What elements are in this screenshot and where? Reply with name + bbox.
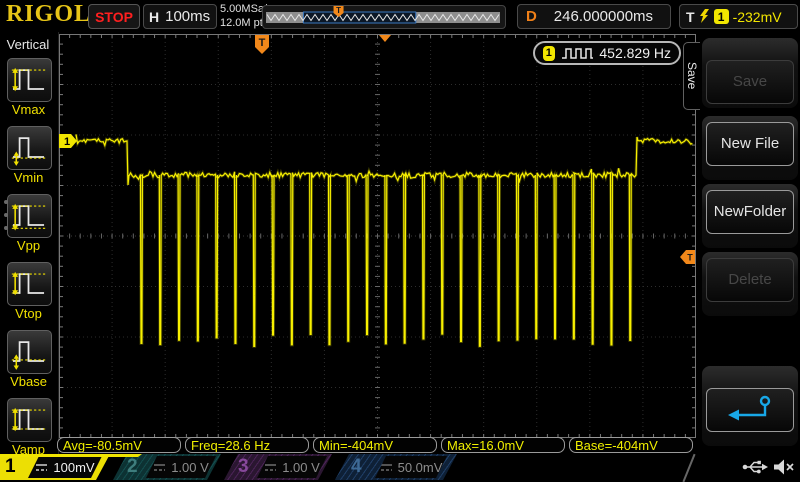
vpp-label: Vpp	[0, 238, 57, 253]
counter-source-badge: 1	[543, 46, 555, 61]
channel-2-number: 2	[127, 456, 138, 478]
graticule: 1 T T	[59, 34, 696, 438]
usb-icon[interactable]	[742, 458, 770, 476]
channel-4-number: 4	[351, 456, 362, 478]
dc-coupling-icon	[35, 463, 48, 472]
channel-2-scale-box: 1.00 V	[146, 456, 216, 478]
run-state-indicator[interactable]: STOP	[88, 4, 140, 29]
channel-1-scale-box: 100mV	[28, 456, 102, 478]
new-folder-button[interactable]: NewFolder	[706, 190, 794, 234]
active-channel-underline	[0, 454, 142, 457]
vpp-button[interactable]	[7, 194, 52, 238]
back-button[interactable]	[706, 388, 794, 432]
new-file-button[interactable]: New File	[706, 122, 794, 166]
menu-title: Vertical	[0, 37, 56, 52]
trigger-label: T	[686, 9, 695, 25]
vamp-icon	[8, 399, 49, 439]
channel-3-scale-box: 1.00 V	[257, 456, 327, 478]
channel-status-bar: 1 100mV 2 1.00 V 3 1.00 V	[0, 454, 800, 480]
vbase-button[interactable]	[7, 330, 52, 374]
vmax-button[interactable]	[7, 58, 52, 102]
delete-button[interactable]: Delete	[706, 258, 794, 302]
channel-3-scale: 1.00 V	[282, 460, 320, 475]
measure-base[interactable]: Base=-404mV	[569, 437, 693, 453]
channel-1-scale: 100mV	[53, 460, 94, 475]
center-time-marker	[379, 35, 391, 42]
vbase-icon	[8, 331, 49, 371]
right-soft-menu: Save New File NewFolder Delete	[700, 32, 800, 480]
vmax-icon	[8, 59, 49, 99]
frequency-counter-badge: 1 452.829 Hz	[533, 41, 681, 65]
vamp-button[interactable]	[7, 398, 52, 442]
delay-value: 246.000000ms	[537, 8, 670, 25]
horizontal-timebase-box[interactable]: H 100ms	[143, 4, 217, 29]
dc-coupling-icon	[380, 463, 393, 472]
left-measure-menu: Vertical Vmax Vmin Vpp	[0, 32, 59, 480]
measure-max[interactable]: Max=16.0mV	[441, 437, 565, 453]
trigger-source-badge: 1	[714, 9, 729, 24]
ch1-waveform-glow	[76, 134, 692, 346]
delay-label: D	[526, 8, 537, 25]
channel-2-scale: 1.00 V	[171, 460, 209, 475]
vmin-button[interactable]	[7, 126, 52, 170]
vtop-icon	[8, 263, 49, 303]
trigger-edge-icon	[699, 9, 710, 24]
channel-4-scale: 50.0mV	[398, 460, 443, 475]
trigger-delay-box[interactable]: D 246.000000ms	[517, 4, 671, 29]
svg-text:1: 1	[64, 136, 70, 148]
save-button[interactable]: Save	[706, 60, 794, 104]
pulse-train-icon	[561, 46, 594, 60]
menu-tab-save: Save	[683, 42, 700, 110]
frequency-value: 452.829 Hz	[599, 45, 671, 61]
measure-avg[interactable]: Avg=-80.5mV	[57, 437, 181, 453]
vmin-icon	[8, 127, 49, 167]
menu-page-dot	[4, 226, 8, 230]
measure-min[interactable]: Min=-404mV	[313, 437, 437, 453]
timebase-value: 100ms	[165, 8, 210, 25]
rigol-logo: RIGOL	[6, 1, 91, 28]
svg-text:T: T	[259, 37, 266, 49]
vmin-label: Vmin	[0, 170, 57, 185]
dc-coupling-icon	[264, 463, 277, 472]
memory-waveform-preview[interactable]: T	[262, 5, 506, 29]
oscilloscope-screen: { "top_bar": { "logo": "RIGOL", "run_sta…	[0, 0, 800, 480]
vbase-label: Vbase	[0, 374, 57, 389]
dc-coupling-icon	[153, 463, 166, 472]
vtop-button[interactable]	[7, 262, 52, 306]
channel-4-tab[interactable]: 4 50.0mV	[335, 454, 457, 480]
channel-3-number: 3	[238, 456, 249, 478]
trigger-level-value: -232mV	[733, 9, 782, 25]
vtop-label: Vtop	[0, 306, 57, 321]
trigger-status-box[interactable]: T 1 -232mV	[679, 4, 798, 29]
channel-3-tab[interactable]: 3 1.00 V	[224, 454, 332, 480]
menu-page-dot	[4, 200, 8, 204]
return-arrow-icon	[725, 394, 775, 426]
top-status-bar: RIGOL STOP H 100ms 5.00MSa/s 12.0M pts T…	[0, 0, 800, 32]
channel-1-tab[interactable]: 1 100mV	[0, 454, 110, 480]
preview-waveform-icon: T	[263, 6, 503, 28]
menu-page-dot	[4, 213, 8, 217]
svg-text:T: T	[336, 6, 341, 15]
measure-freq[interactable]: Freq=28.6 Hz	[185, 437, 309, 453]
channel-1-number: 1	[5, 456, 16, 478]
channel-4-scale-box: 50.0mV	[375, 456, 447, 478]
channel-2-tab[interactable]: 2 1.00 V	[113, 454, 221, 480]
svg-text:T: T	[687, 253, 693, 263]
vmax-label: Vmax	[0, 102, 57, 117]
vpp-icon	[8, 195, 49, 235]
speaker-muted-icon[interactable]	[772, 457, 796, 477]
horizontal-label: H	[149, 9, 159, 25]
